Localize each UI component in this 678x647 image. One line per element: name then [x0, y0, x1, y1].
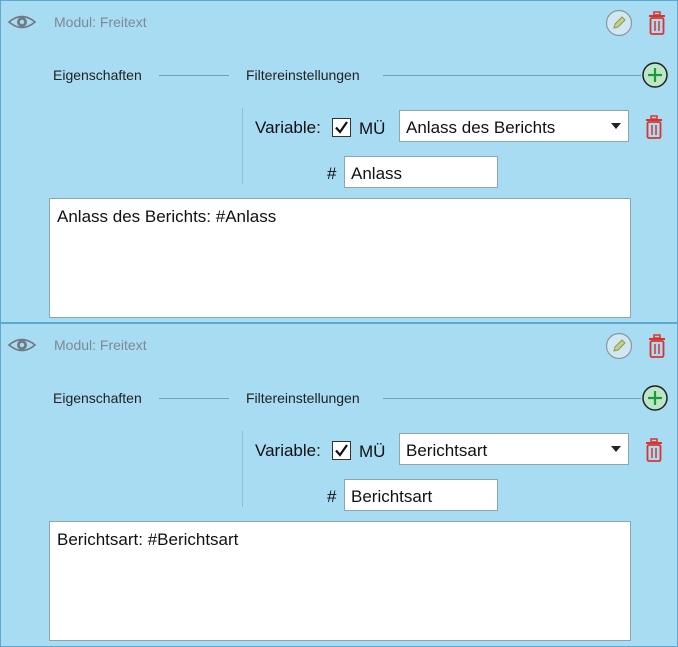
freetext-area[interactable]: Berichtsart: #Berichtsart	[49, 521, 631, 641]
filter-group-border	[242, 431, 243, 507]
variable-select[interactable]: Berichtsart	[399, 433, 629, 465]
freetext-value: Berichtsart: #Berichtsart	[57, 530, 239, 549]
trash-icon[interactable]	[646, 333, 668, 359]
freetext-value: Anlass des Berichts: #Anlass	[57, 207, 277, 226]
variable-label: Variable:	[255, 118, 321, 137]
pencil-icon[interactable]	[605, 332, 633, 360]
trash-icon[interactable]	[643, 114, 665, 140]
variable-name-input[interactable]: Berichtsart	[344, 479, 498, 511]
variable-name-value: Anlass	[351, 164, 403, 183]
variable-label: Variable:	[255, 441, 321, 460]
module-panel: Modul: Freitext Eigenschaften Filtereins…	[0, 323, 678, 647]
tab-filter-settings[interactable]: Filtereinstellungen	[246, 390, 360, 406]
mu-checkbox-label[interactable]: MÜ	[359, 119, 385, 139]
divider-line	[383, 75, 641, 76]
eye-icon[interactable]	[7, 10, 37, 34]
chevron-down-icon[interactable]	[611, 446, 621, 452]
hash-label: #	[327, 164, 337, 183]
hash-label: #	[327, 487, 337, 506]
divider-line	[159, 398, 229, 399]
tab-properties[interactable]: Eigenschaften	[53, 390, 142, 406]
plus-icon[interactable]	[641, 61, 669, 89]
tab-properties[interactable]: Eigenschaften	[53, 67, 142, 83]
tab-filter-settings[interactable]: Filtereinstellungen	[246, 67, 360, 83]
filter-group-border	[242, 108, 243, 184]
trash-icon[interactable]	[646, 10, 668, 36]
trash-icon[interactable]	[643, 437, 665, 463]
pencil-icon[interactable]	[605, 9, 633, 37]
module-panel: Modul: Freitext Eigenschaften Filtereins…	[0, 0, 678, 323]
plus-icon[interactable]	[641, 384, 669, 412]
variable-name-input[interactable]: Anlass	[344, 156, 498, 188]
variable-select-value: Anlass des Berichts	[406, 118, 556, 137]
module-title: Modul: Freitext	[54, 14, 147, 30]
freetext-area[interactable]: Anlass des Berichts: #Anlass	[49, 198, 631, 318]
divider-line	[159, 75, 229, 76]
mu-checkbox[interactable]	[332, 441, 351, 460]
chevron-down-icon[interactable]	[611, 123, 621, 129]
variable-select-value: Berichtsart	[406, 441, 488, 460]
eye-icon[interactable]	[7, 333, 37, 357]
divider-line	[383, 398, 641, 399]
check-icon	[335, 444, 348, 457]
check-icon	[335, 121, 348, 134]
variable-name-value: Berichtsart	[351, 487, 433, 506]
variable-select[interactable]: Anlass des Berichts	[399, 110, 629, 142]
module-title: Modul: Freitext	[54, 337, 147, 353]
mu-checkbox[interactable]	[332, 118, 351, 137]
mu-checkbox-label[interactable]: MÜ	[359, 442, 385, 462]
